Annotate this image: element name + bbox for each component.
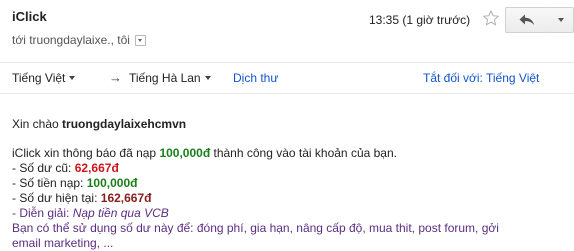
reply-button[interactable]	[505, 7, 549, 33]
deposit-value: 100,000đ	[86, 176, 138, 190]
greeting-prefix: Xin chào	[12, 117, 59, 131]
caret-down-icon	[69, 76, 76, 80]
turn-off-translation-link[interactable]: Tắt đối với: Tiếng Việt	[423, 71, 539, 85]
caret-down-icon	[204, 76, 211, 80]
chevron-down-icon	[557, 18, 564, 22]
more-actions-button[interactable]	[548, 7, 574, 33]
translate-bar: Tiếng Việt → Tiếng Hà Lan Dịch thư Tắt đ…	[0, 62, 574, 94]
explanation-label: - Diễn giải:	[12, 206, 70, 220]
greeting-name: truongdaylaixehcmvn	[62, 117, 187, 131]
arrow-right-icon: →	[109, 70, 122, 85]
message-body: Xin chào truongdaylaixehcmvn iClick xin …	[12, 117, 572, 251]
source-language-select[interactable]: Tiếng Việt	[12, 71, 76, 85]
reply-icon	[519, 14, 534, 25]
old-balance-line: - Số dư cũ: 62,667đ	[12, 161, 572, 176]
explanation-line: - Diễn giải: Nạp tiền qua VCB	[12, 206, 572, 221]
current-balance-line: - Số dư hiện tại: 162,667đ	[12, 191, 572, 206]
target-language-label: Tiếng Hà Lan	[129, 71, 201, 85]
current-balance-label: - Số dư hiện tại:	[12, 191, 98, 205]
old-balance-value: 62,667đ	[74, 161, 119, 175]
target-language-select[interactable]: Tiếng Hà Lan	[129, 71, 211, 85]
sender-name[interactable]: iClick	[12, 9, 47, 24]
usage-line-1: Bạn có thể sử dụng số dư này để: đóng ph…	[12, 221, 499, 235]
show-details-caret-icon[interactable]	[134, 34, 146, 46]
notice-suffix: thành công vào tài khoản của bạn.	[213, 146, 397, 160]
old-balance-label: - Số dư cũ:	[12, 161, 72, 175]
email-header: iClick tới truongdaylaixe., tôi 13:35 (1…	[0, 0, 574, 56]
notice-line: iClick xin thông báo đã nạp 100,000đ thà…	[12, 146, 572, 161]
recipient-text: tới truongdaylaixe., tôi	[12, 33, 130, 47]
source-language-label: Tiếng Việt	[12, 71, 66, 85]
notice-prefix: iClick xin thông báo đã nạp	[12, 146, 157, 160]
greeting-line: Xin chào truongdaylaixehcmvn	[12, 117, 572, 132]
usage-line-2: email marketing, ...	[12, 236, 114, 250]
translate-message-link[interactable]: Dịch thư	[233, 71, 278, 85]
notice-amount: 100,000đ	[159, 146, 211, 160]
email-timestamp: 13:35 (1 giờ trước)	[369, 13, 471, 27]
recipient-line: tới truongdaylaixe., tôi	[12, 33, 146, 47]
deposit-label: - Số tiền nạp:	[12, 176, 84, 190]
star-icon[interactable]	[482, 9, 500, 27]
explanation-value: Nạp tiền qua VCB	[72, 206, 169, 220]
current-balance-value: 162,667đ	[100, 191, 152, 205]
deposit-line: - Số tiền nạp: 100,000đ	[12, 176, 572, 191]
